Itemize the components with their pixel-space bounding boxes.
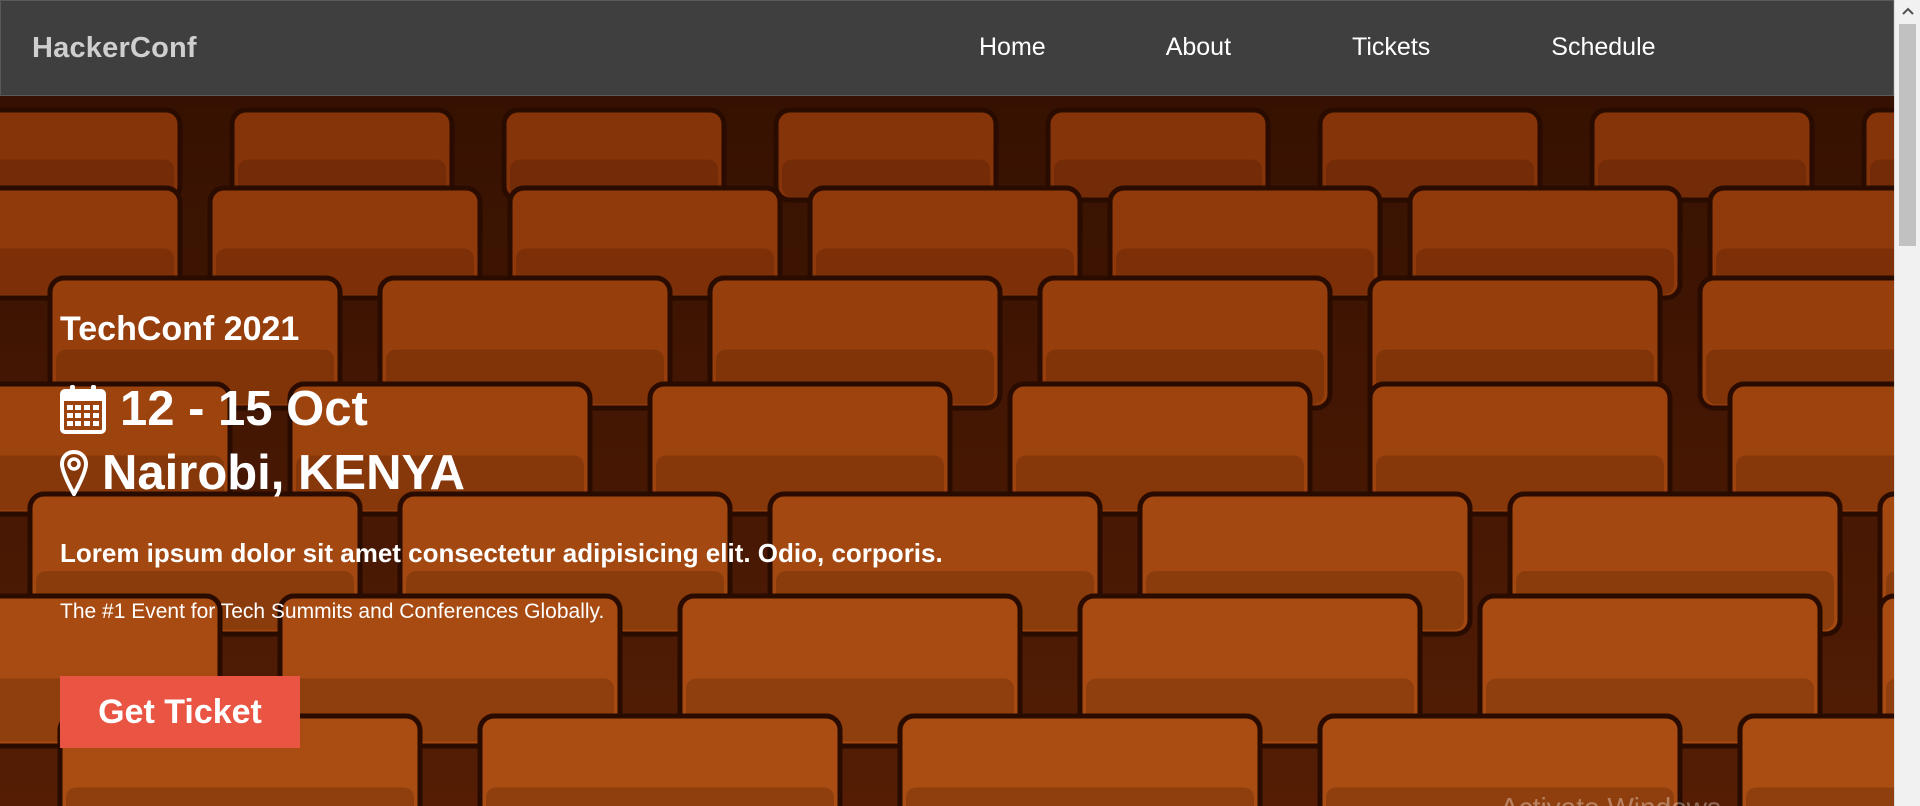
hero-section: TechConf 2021 12 - 15 Oct Nairobi, KENYA… [0, 96, 1894, 806]
brand-logo[interactable]: HackerConf [32, 32, 197, 65]
map-pin-icon [60, 450, 88, 496]
event-date: 12 - 15 Oct [60, 382, 368, 436]
get-ticket-button[interactable]: Get Ticket [60, 676, 300, 748]
scroll-up-arrow-icon[interactable] [1895, 0, 1920, 22]
nav-link-home[interactable]: Home [979, 33, 1046, 62]
nav-link-schedule[interactable]: Schedule [1551, 33, 1655, 62]
nav-link-tickets[interactable]: Tickets [1352, 33, 1430, 62]
event-date-text: 12 - 15 Oct [120, 382, 368, 436]
vertical-scrollbar[interactable] [1894, 0, 1920, 806]
hero-tagline: The #1 Event for Tech Summits and Confer… [60, 600, 605, 623]
nav-links: Home About Tickets Schedule [979, 33, 1656, 62]
scrollbar-thumb[interactable] [1899, 24, 1916, 246]
event-location: Nairobi, KENYA [60, 446, 465, 500]
nav-link-about[interactable]: About [1166, 33, 1231, 62]
page: HackerConf Home About Tickets Schedule T… [0, 0, 1920, 806]
hero-subheading: Lorem ipsum dolor sit amet consectetur a… [60, 538, 943, 568]
navbar: HackerConf Home About Tickets Schedule [0, 0, 1894, 96]
event-title: TechConf 2021 [60, 310, 300, 348]
activate-windows-watermark: Activate Windows [1500, 792, 1721, 806]
event-location-text: Nairobi, KENYA [102, 446, 466, 500]
calendar-icon [60, 385, 106, 434]
